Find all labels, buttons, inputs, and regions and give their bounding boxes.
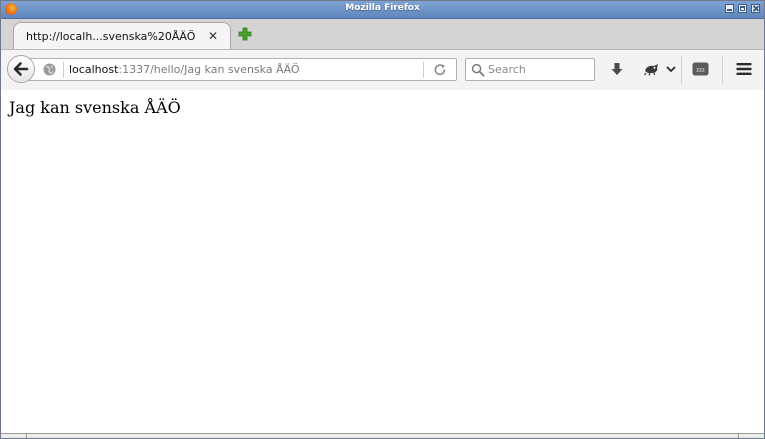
title-bar: Mozilla Firefox	[1, 1, 764, 19]
dropdown-arrow-icon[interactable]	[665, 61, 677, 77]
zzz-icon[interactable]: zzz	[692, 61, 709, 77]
search-icon[interactable]	[471, 63, 485, 77]
url-host: localhost	[69, 63, 119, 76]
back-button[interactable]	[7, 55, 35, 83]
url-bar-divider	[63, 62, 64, 78]
search-bar[interactable]	[465, 58, 595, 81]
bottom-edge	[1, 433, 764, 438]
navigation-toolbar: localhost:1337/hello/Jag kan svenska ÅÄÖ	[1, 49, 764, 91]
toolbar-divider	[681, 56, 682, 84]
back-arrow-icon	[13, 62, 29, 76]
tab-close-icon[interactable]: ✕	[208, 30, 218, 42]
tab-title: http://localh...svenska%20ÅÄÖ	[26, 30, 196, 43]
hamburger-menu-icon[interactable]	[736, 61, 752, 77]
close-window-button[interactable]	[751, 4, 760, 13]
new-tab-plus-icon[interactable]	[238, 27, 252, 41]
toolbar-divider	[722, 56, 723, 84]
tab-active[interactable]: http://localh...svenska%20ÅÄÖ ✕	[13, 22, 231, 50]
bottom-edge-marker	[26, 434, 27, 438]
search-input[interactable]	[488, 61, 588, 78]
bottom-edge-marker	[738, 434, 739, 438]
url-text[interactable]: localhost:1337/hello/Jag kan svenska ÅÄÖ	[69, 63, 300, 76]
window-controls	[725, 4, 760, 13]
reload-divider	[423, 62, 424, 78]
browser-window: Mozilla Firefox http://localh...svenska%…	[0, 0, 765, 439]
tab-strip: http://localh...svenska%20ÅÄÖ ✕	[1, 19, 764, 50]
page-content: Jag kan svenska ÅÄÖ	[1, 90, 764, 435]
extension-icon[interactable]	[642, 61, 662, 77]
zzz-label: zzz	[696, 68, 705, 74]
maximize-button[interactable]	[738, 4, 747, 13]
minimize-button[interactable]	[725, 4, 734, 13]
url-bar[interactable]: localhost:1337/hello/Jag kan svenska ÅÄÖ	[29, 58, 457, 81]
url-path: :1337/hello/Jag kan svenska ÅÄÖ	[118, 63, 300, 76]
page-text: Jag kan svenska ÅÄÖ	[9, 98, 181, 117]
download-icon[interactable]	[609, 61, 625, 77]
globe-icon[interactable]	[43, 63, 56, 76]
window-title: Mozilla Firefox	[345, 3, 420, 13]
reload-icon[interactable]	[433, 63, 447, 77]
